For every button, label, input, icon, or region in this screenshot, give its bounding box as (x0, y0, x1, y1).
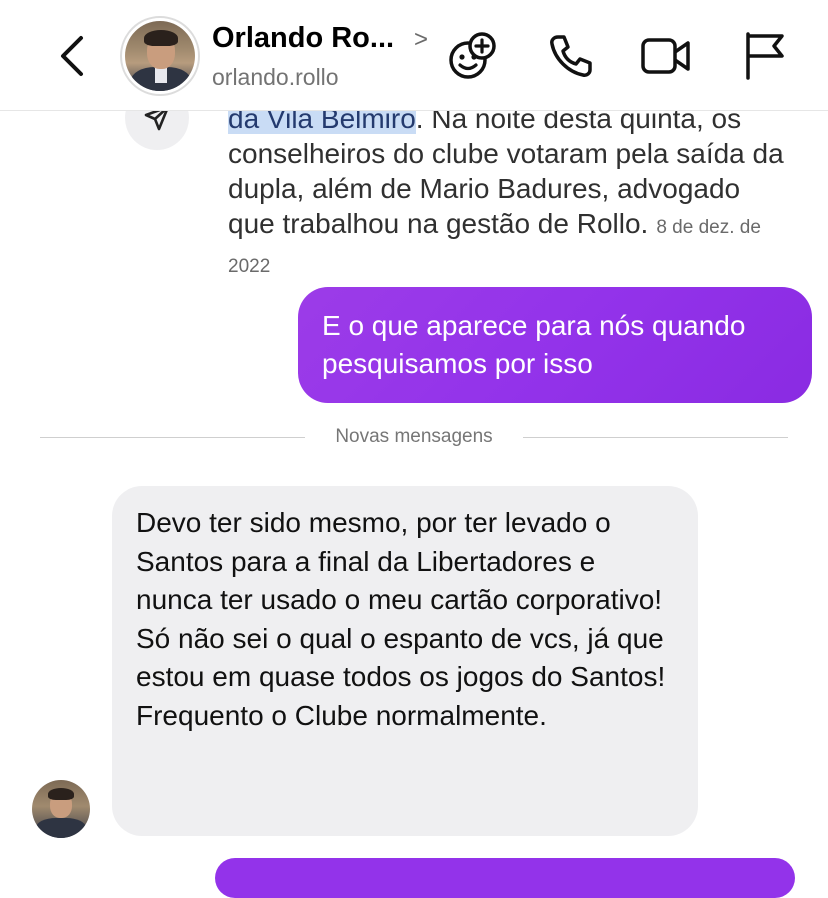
contact-handle[interactable]: orlando.rollo (212, 64, 339, 91)
incoming-message-line: Devo ter sido mesmo, por ter levado o Sa… (136, 507, 663, 615)
chevron-right-icon[interactable]: > (414, 26, 428, 54)
profile-photo (125, 21, 195, 91)
chat-header: Orlando Ro... > orlando.rollo (0, 0, 828, 111)
new-messages-label: Novas mensagens (335, 426, 493, 447)
contact-name[interactable]: Orlando Ro... (212, 22, 394, 55)
divider-line-left (40, 437, 305, 438)
phone-icon[interactable] (544, 30, 596, 82)
outgoing-message-partial[interactable] (215, 858, 795, 898)
video-icon[interactable] (640, 30, 692, 82)
add-sticker-icon[interactable] (446, 30, 498, 82)
flag-icon[interactable] (738, 30, 790, 82)
incoming-message-line: Só não sei o qual o espanto de vcs, já q… (136, 622, 666, 693)
divider-line-right (523, 437, 788, 438)
incoming-message-line: Frequento o Clube normalmente. (136, 699, 547, 731)
sender-avatar[interactable] (32, 780, 90, 838)
avatar[interactable] (120, 16, 200, 96)
outgoing-message[interactable]: E o que aparece para nós quando pesquisa… (298, 287, 812, 403)
incoming-message[interactable]: Devo ter sido mesmo, por ter levado o Sa… (112, 486, 698, 836)
shared-post-text[interactable]: da Vila Belmiro. Na noite desta quinta, … (228, 101, 788, 284)
back-icon[interactable] (52, 30, 92, 82)
